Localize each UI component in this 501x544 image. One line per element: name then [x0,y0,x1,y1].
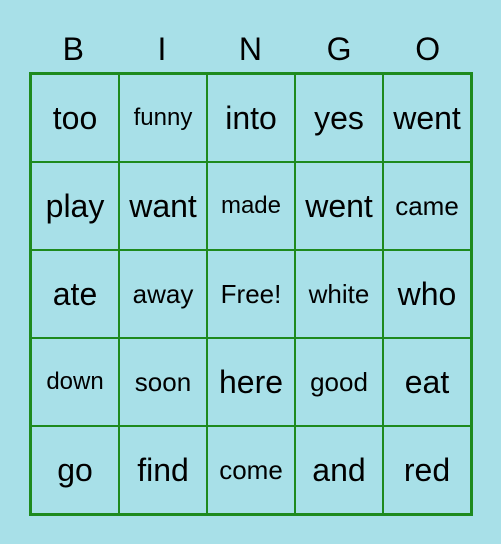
bingo-cell[interactable]: good [295,338,383,426]
bingo-cell[interactable]: go [31,426,119,514]
bingo-cell[interactable]: who [383,250,471,338]
bingo-cell[interactable]: and [295,426,383,514]
bingo-cell[interactable]: soon [119,338,207,426]
bingo-cell[interactable]: play [31,162,119,250]
bingo-cell[interactable]: funny [119,74,207,162]
bingo-cell[interactable]: find [119,426,207,514]
bingo-cell[interactable]: made [207,162,295,250]
bingo-cell[interactable]: yes [295,74,383,162]
bingo-cell[interactable]: eat [383,338,471,426]
free-space-cell[interactable]: Free! [207,250,295,338]
bingo-cell[interactable]: went [295,162,383,250]
bingo-cell[interactable]: red [383,426,471,514]
bingo-cell[interactable]: want [119,162,207,250]
header-letter-b: B [62,31,84,67]
bingo-card: too funny into yes went play want made went came a… [29,72,473,516]
bingo-cell[interactable]: white [295,250,383,338]
bingo-cell[interactable]: come [207,426,295,514]
header-letter-i: I [157,31,167,67]
header-letter-g: G [326,31,352,67]
bingo-cell[interactable]: here [207,338,295,426]
bingo-cell[interactable]: went [383,74,471,162]
bingo-cell[interactable]: down [31,338,119,426]
bingo-cell[interactable]: ate [31,250,119,338]
bingo-cell[interactable]: away [119,250,207,338]
bingo-cell[interactable]: into [207,74,295,162]
bingo-cell[interactable]: came [383,162,471,250]
bingo-cell[interactable]: too [31,74,119,162]
header-letter-n: N [238,31,263,67]
bingo-header: BINGO [29,30,472,68]
header-letter-o: O [415,31,441,67]
